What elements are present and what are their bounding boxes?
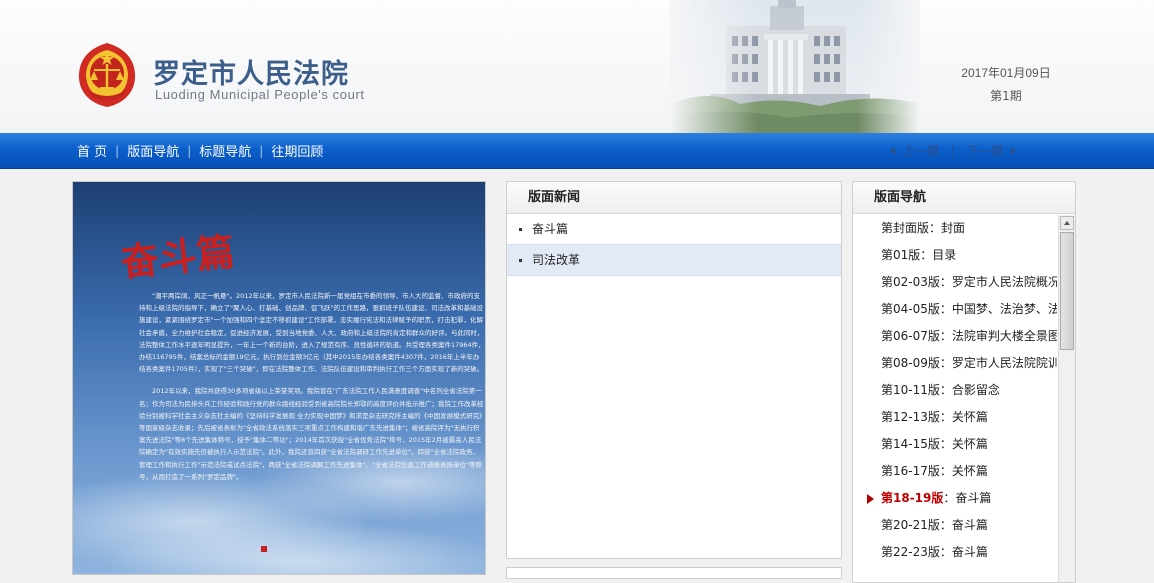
- page-item-name: 奋斗篇: [955, 491, 992, 505]
- scroll-up-icon[interactable]: [1060, 216, 1074, 230]
- issue-number: 第1期: [990, 89, 1022, 103]
- page-seal-icon: [261, 546, 267, 552]
- page-item[interactable]: 第10-11版：合影留念: [853, 377, 1057, 404]
- page-item-name: 奋斗篇: [951, 518, 988, 532]
- nav-separator: |: [259, 143, 264, 158]
- page-item-number: 第01版: [881, 248, 921, 262]
- page-item[interactable]: 第封面版：封面: [853, 215, 1057, 242]
- newspaper-page-graphic: 奋斗篇 "潮平两岸阔，风正一帆悬"。2012年以来，罗定市人民法院新一届党组在市…: [73, 182, 485, 574]
- bullet-icon: [519, 259, 522, 262]
- page-item-number: 第10-11版: [881, 383, 940, 397]
- chevron-right-icon: [1011, 146, 1017, 155]
- page-item-number: 第08-09版: [881, 356, 940, 370]
- page-item-name: 罗定市人民法院院训: [951, 356, 1057, 370]
- scroll-thumb[interactable]: [1060, 232, 1074, 350]
- court-building-photo: [670, 0, 920, 133]
- page-item[interactable]: 第22-23版：奋斗篇: [853, 539, 1057, 566]
- page-item[interactable]: 第01版：目录: [853, 242, 1057, 269]
- page-item-name: 目录: [932, 248, 957, 262]
- page-item[interactable]: 第08-09版：罗定市人民法院院训: [853, 350, 1057, 377]
- page-list: 第封面版：封面 第01版：目录 第02-03版：罗定市人民法院概况 第04-05…: [853, 215, 1057, 575]
- page-paragraph-2: 2012年以来，我院共获得30多项省级以上荣誉奖项。我院曾在"广东法院工作人民满…: [139, 387, 484, 481]
- nav-links: 首 页 | 版面导航 | 标题导航 | 往期回顾: [77, 133, 323, 168]
- current-page-marker-icon: [867, 494, 874, 504]
- bullet-icon: [519, 228, 522, 231]
- page-paragraph-1: "潮平两岸阔，风正一帆悬"。2012年以来，罗定市人民法院新一届党组在市委的领导…: [139, 292, 485, 374]
- page-item-number: 第02-03版: [881, 275, 940, 289]
- news-item-label: 司法改革: [532, 253, 581, 267]
- page-item-name: 中国梦、法治梦、法院梦: [951, 302, 1057, 316]
- next-issue-label: 下一期: [967, 144, 1004, 158]
- nav-link-page-nav[interactable]: 版面导航: [127, 141, 179, 160]
- nav-bar: 首 页 | 版面导航 | 标题导航 | 往期回顾 上一期 | 下一期: [0, 133, 1154, 169]
- page-item-name: 封面: [941, 221, 966, 235]
- page-item-name: 奋斗篇: [951, 545, 988, 559]
- page-image[interactable]: 奋斗篇 "潮平两岸阔，风正一帆悬"。2012年以来，罗定市人民法院新一届党组在市…: [72, 181, 486, 575]
- page-item[interactable]: 第04-05版：中国梦、法治梦、法院梦: [853, 296, 1057, 323]
- header: 罗定市人民法院 Luoding Municipal People's court: [0, 0, 1154, 133]
- nav-separator: |: [115, 143, 120, 158]
- prev-issue-label: 上一期: [903, 144, 940, 158]
- news-panel-title: 版面新闻: [507, 182, 841, 214]
- page-item-number: 第22-23版: [881, 545, 940, 559]
- page-item[interactable]: 第16-17版：关怀篇: [853, 458, 1057, 485]
- page-item-number: 第04-05版: [881, 302, 940, 316]
- page-list-scrollbar[interactable]: [1058, 215, 1075, 582]
- court-emblem-icon: [78, 43, 136, 107]
- issue-date: 2017年01月09日: [961, 66, 1051, 80]
- page-item-name: 合影留念: [951, 383, 1000, 397]
- nav-link-home[interactable]: 首 页: [77, 141, 107, 160]
- page-item-number: 第封面版: [881, 221, 930, 235]
- site-subtitle: Luoding Municipal People's court: [155, 87, 365, 102]
- page-item-name: 关怀篇: [951, 410, 988, 424]
- news-panel: 版面新闻 奋斗篇 司法改革: [506, 181, 842, 559]
- issue-pager: 上一期 | 下一期: [890, 133, 1017, 168]
- page-item[interactable]: 第06-07版：法院审判大楼全景图: [853, 323, 1057, 350]
- prev-issue-link[interactable]: 上一期: [890, 142, 939, 159]
- page-item-name: 罗定市人民法院概况: [951, 275, 1057, 289]
- page-item-name: 关怀篇: [951, 464, 988, 478]
- page-item-current[interactable]: 第18-19版：奋斗篇: [853, 485, 1057, 512]
- news-panel-lower: [506, 567, 842, 579]
- page-item[interactable]: 第14-15版：关怀篇: [853, 431, 1057, 458]
- pager-separator: |: [951, 143, 956, 158]
- news-item[interactable]: 奋斗篇: [507, 214, 841, 244]
- page-item[interactable]: 第12-13版：关怀篇: [853, 404, 1057, 431]
- nav-separator: |: [187, 143, 192, 158]
- page-item-name: 关怀篇: [951, 437, 988, 451]
- page-item-name: 法院审判大楼全景图: [951, 329, 1057, 343]
- page-item-number: 第14-15版: [881, 437, 940, 451]
- page-item-number: 第06-07版: [881, 329, 940, 343]
- site-title: 罗定市人民法院: [153, 59, 349, 90]
- page-item-number: 第16-17版: [881, 464, 940, 478]
- chevron-left-icon: [890, 146, 895, 155]
- page-nav-title: 版面导航: [853, 182, 1075, 214]
- nav-link-archive[interactable]: 往期回顾: [271, 141, 323, 160]
- news-item-label: 奋斗篇: [532, 222, 569, 236]
- page-item[interactable]: 第02-03版：罗定市人民法院概况: [853, 269, 1057, 296]
- page-item-number: 第18-19版: [881, 491, 944, 505]
- news-item-selected[interactable]: 司法改革: [507, 244, 841, 276]
- page-item-number: 第20-21版: [881, 518, 940, 532]
- page-item[interactable]: 第20-21版：奋斗篇: [853, 512, 1057, 539]
- next-issue-link[interactable]: 下一期: [967, 142, 1017, 159]
- nav-link-title-nav[interactable]: 标题导航: [199, 141, 251, 160]
- page-item-number: 第12-13版: [881, 410, 940, 424]
- page-nav-panel: 版面导航 第封面版：封面 第01版：目录 第02-03版：罗定市人民法院概况 第…: [852, 181, 1076, 583]
